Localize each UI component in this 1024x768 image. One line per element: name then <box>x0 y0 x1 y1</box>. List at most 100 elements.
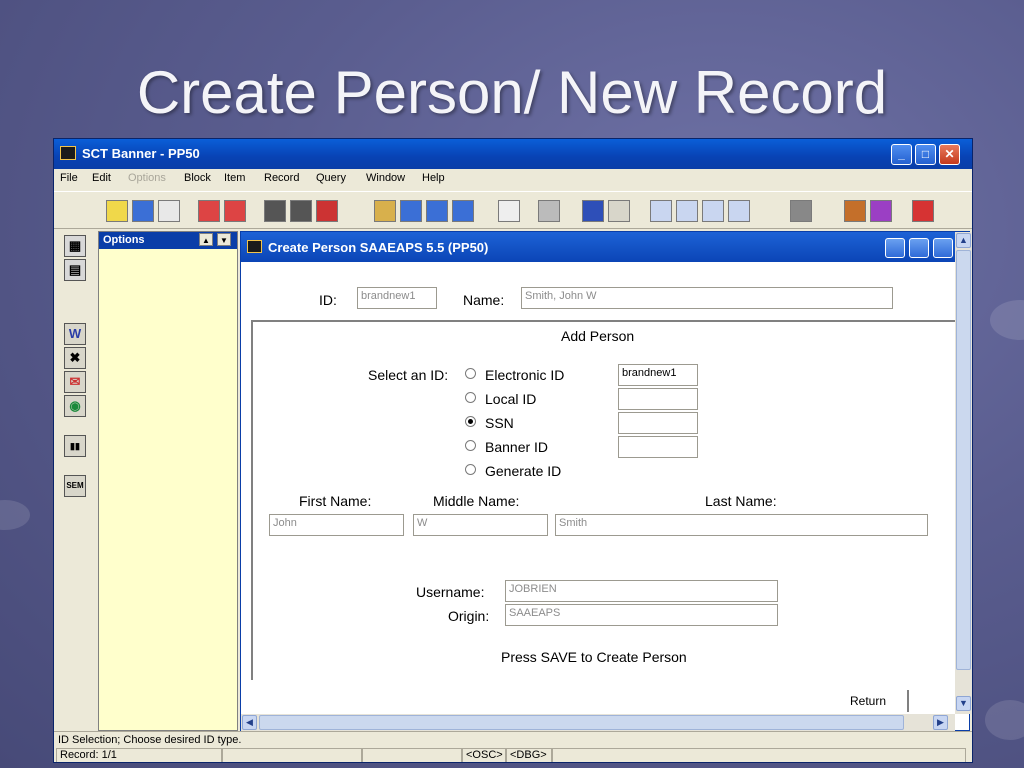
menu-edit[interactable]: Edit <box>92 172 111 184</box>
status-cell-blank-1 <box>222 748 362 762</box>
return-button[interactable]: Return <box>829 690 909 712</box>
status-bar: ID Selection; Choose desired ID type. Re… <box>54 731 972 762</box>
vertical-scrollbar[interactable]: ▲ ▼ <box>955 232 972 714</box>
child-titlebar: Create Person SAAEAPS 5.5 (PP50) <box>241 232 969 262</box>
name-field[interactable]: Smith, John W <box>521 287 893 309</box>
word-icon[interactable]: W <box>64 323 86 345</box>
link-icon-3[interactable] <box>702 200 724 222</box>
sem-icon[interactable]: SEM <box>64 475 86 497</box>
menu-block[interactable]: Block <box>184 172 211 184</box>
chart-icon[interactable] <box>582 200 604 222</box>
section-title: Add Person <box>561 328 635 344</box>
radio-banner-id[interactable] <box>465 440 476 451</box>
window-title: SCT Banner - PP50 <box>82 146 200 161</box>
maximize-button[interactable]: □ <box>915 144 936 165</box>
last-name-field[interactable]: Smith <box>555 514 928 536</box>
menu-help[interactable]: Help <box>422 172 445 184</box>
menu-query[interactable]: Query <box>316 172 346 184</box>
scroll-right-button[interactable]: ▶ <box>933 715 948 730</box>
left-icon-column: ▦ ▤ W ✖ ✉ ◉ ▮▮ SEM <box>60 231 92 731</box>
edit-field-icon[interactable] <box>498 200 520 222</box>
origin-label: Origin: <box>448 608 490 624</box>
enter-query-icon[interactable] <box>264 200 286 222</box>
form-icon <box>247 240 262 253</box>
cancel-query-icon[interactable] <box>316 200 338 222</box>
id-field[interactable]: brandnew1 <box>357 287 437 309</box>
child-maximize-button[interactable] <box>909 238 929 258</box>
insert-record-icon[interactable] <box>198 200 220 222</box>
window-icon[interactable] <box>790 200 812 222</box>
middle-name-label: Middle Name: <box>433 493 520 509</box>
scroll-up-icon[interactable]: ▲ <box>199 233 213 246</box>
blank-button[interactable] <box>608 200 630 222</box>
menu-window[interactable]: Window <box>366 172 405 184</box>
menu-options[interactable]: Options <box>128 172 166 184</box>
electronic-id-field[interactable]: brandnew1 <box>618 364 698 386</box>
print-icon[interactable] <box>538 200 560 222</box>
previous-record-icon[interactable] <box>426 200 448 222</box>
horizontal-scrollbar[interactable]: ◀ ▶ <box>241 714 955 731</box>
calculator-icon[interactable]: ▦ <box>64 235 86 257</box>
menu-file[interactable]: File <box>60 172 78 184</box>
execute-query-icon[interactable] <box>290 200 312 222</box>
rollback-icon[interactable] <box>132 200 154 222</box>
menu-record[interactable]: Record <box>264 172 299 184</box>
option-generate-id-label: Generate ID <box>485 463 562 479</box>
scroll-down-icon[interactable]: ▼ <box>217 233 231 246</box>
horizontal-scroll-thumb[interactable] <box>259 715 904 730</box>
books-icon[interactable] <box>844 200 866 222</box>
exit-icon[interactable] <box>158 200 180 222</box>
name-label: Name: <box>463 292 505 308</box>
email-icon[interactable]: ✉ <box>64 371 86 393</box>
save-icon[interactable] <box>106 200 128 222</box>
save-hint: Press SAVE to Create Person <box>501 649 687 665</box>
link-icon-4[interactable] <box>728 200 750 222</box>
dbg-indicator: <DBG> <box>506 748 552 762</box>
exit-door-icon[interactable] <box>912 200 934 222</box>
ssn-field[interactable] <box>618 412 698 434</box>
option-local-id-label: Local ID <box>485 391 537 407</box>
excel-icon[interactable]: ✖ <box>64 347 86 369</box>
close-button[interactable]: ✕ <box>939 144 960 165</box>
select-id-label: Select an ID: <box>368 367 449 383</box>
radio-generate-id[interactable] <box>465 464 476 475</box>
minimize-button[interactable]: _ <box>891 144 912 165</box>
create-person-window: Create Person SAAEAPS 5.5 (PP50) ID: bra… <box>240 231 972 731</box>
first-name-field[interactable]: John <box>269 514 404 536</box>
banner-id-field[interactable] <box>618 436 698 458</box>
menu-item[interactable]: Item <box>224 172 245 184</box>
options-panel-title: Options <box>103 234 145 246</box>
scroll-down-button[interactable]: ▼ <box>956 696 971 711</box>
radio-local-id[interactable] <box>465 392 476 403</box>
previous-block-icon[interactable] <box>374 200 396 222</box>
child-minimize-button[interactable] <box>885 238 905 258</box>
option-banner-id-label: Banner ID <box>485 439 549 455</box>
next-record-icon[interactable] <box>452 200 474 222</box>
next-block-icon[interactable] <box>400 200 422 222</box>
scroll-up-button[interactable]: ▲ <box>956 233 971 248</box>
window-titlebar: SCT Banner - PP50 _ □ ✕ <box>54 139 972 169</box>
remove-record-icon[interactable] <box>224 200 246 222</box>
scroll-left-button[interactable]: ◀ <box>242 715 257 730</box>
origin-field[interactable]: SAAEAPS <box>505 604 778 626</box>
child-close-button[interactable] <box>933 238 953 258</box>
radio-ssn[interactable] <box>465 416 476 427</box>
option-ssn-label: SSN <box>485 415 514 431</box>
radio-electronic-id[interactable] <box>465 368 476 379</box>
banner-app-icon <box>60 146 76 160</box>
menu-bar: File Edit Options Block Item Record Quer… <box>54 169 972 189</box>
first-name-label: First Name: <box>299 493 372 509</box>
globe-icon[interactable]: ◉ <box>64 395 86 417</box>
middle-name-field[interactable]: W <box>413 514 548 536</box>
username-field[interactable]: JOBRIEN <box>505 580 778 602</box>
toolbar <box>54 191 972 229</box>
record-count: Record: 1/1 <box>56 748 222 762</box>
link-icon-2[interactable] <box>676 200 698 222</box>
local-id-field[interactable] <box>618 388 698 410</box>
bar-graph-icon[interactable]: ▮▮ <box>64 435 86 457</box>
vertical-scroll-thumb[interactable] <box>956 250 971 670</box>
link-icon-1[interactable] <box>650 200 672 222</box>
calendar-icon[interactable]: ▤ <box>64 259 86 281</box>
app-window: SCT Banner - PP50 _ □ ✕ File Edit Option… <box>53 138 973 763</box>
help-book-icon[interactable] <box>870 200 892 222</box>
